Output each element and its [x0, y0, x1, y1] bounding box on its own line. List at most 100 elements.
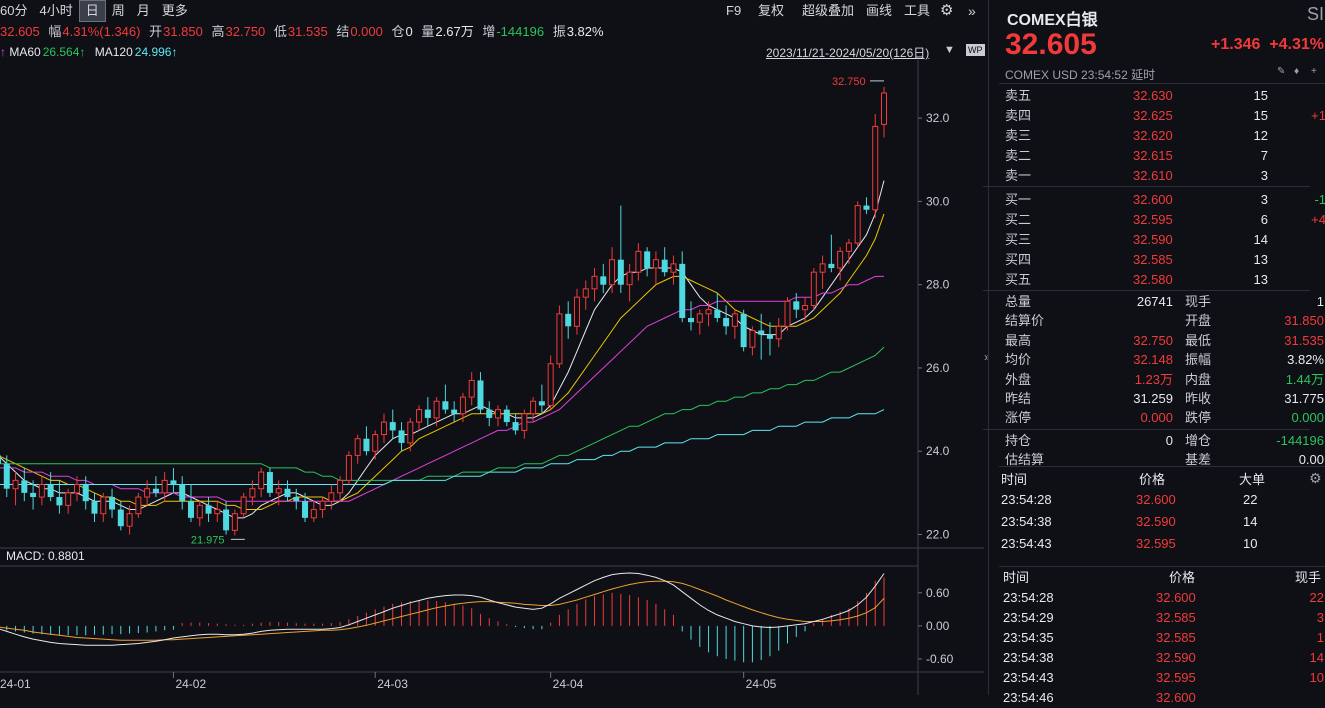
- candle: [573, 288, 580, 335]
- candle: [187, 484, 194, 523]
- stat-label: 最低: [1185, 332, 1212, 348]
- period-day-tab[interactable]: 日: [78, 0, 106, 22]
- ask-level-row[interactable]: 卖三 32.620 12: [1005, 126, 1325, 146]
- candle-body: [91, 501, 98, 514]
- ma-line-2: [0, 275, 884, 502]
- level-change: +1: [1311, 108, 1325, 123]
- price-tick-label: 24.0: [926, 444, 950, 458]
- level-label: 买一: [1005, 192, 1032, 207]
- delay-flag: 延时: [1131, 68, 1156, 82]
- edit-icon[interactable]: ✎: [1277, 66, 1285, 77]
- settings-gear-icon[interactable]: ⚙: [940, 0, 953, 22]
- price-tick-label: 30.0: [926, 194, 950, 208]
- inc-label: 增: [482, 24, 496, 39]
- stat-label: 昨收: [1185, 391, 1212, 406]
- level-qty: 7: [1260, 148, 1268, 163]
- period-week-tab[interactable]: 周: [106, 1, 131, 21]
- ma-line-0: [0, 180, 885, 519]
- candle: [819, 255, 826, 289]
- ask-level-row[interactable]: 卖四 32.625 15 +1: [1005, 106, 1325, 126]
- ask-level-row[interactable]: 卖二 32.615 7: [1005, 146, 1325, 166]
- stat-value: 1: [1316, 294, 1324, 309]
- time-axis: 24-01 24-02 24-03 24-04 24-05: [0, 672, 777, 691]
- period-4h-tab[interactable]: 4小时: [33, 1, 78, 21]
- candle: [679, 251, 686, 323]
- bid-level-row[interactable]: 买三 32.590 14: [1005, 230, 1325, 250]
- big-trades-settings-icon[interactable]: ⚙: [1309, 470, 1322, 487]
- candle-body: [486, 409, 493, 418]
- candle-body: [424, 409, 431, 418]
- candle: [468, 372, 475, 406]
- candle: [179, 476, 186, 510]
- add-icon[interactable]: +: [1311, 66, 1317, 77]
- stat-value: 0: [1165, 432, 1173, 448]
- level-qty: 13: [1253, 272, 1268, 287]
- candle-body: [187, 501, 194, 518]
- stat-row: 均价 32.148 振幅 3.82%: [1005, 350, 1325, 369]
- candle: [547, 355, 554, 410]
- period-60min-tab[interactable]: 60分: [0, 1, 33, 21]
- level-qty: 3: [1260, 168, 1268, 183]
- level-price: 32.600: [1133, 192, 1173, 207]
- period-more-tab[interactable]: 更多: [156, 1, 194, 21]
- candle-body: [872, 125, 879, 211]
- candle: [152, 476, 159, 498]
- level-price: 32.580: [1133, 272, 1173, 287]
- date-range-selector[interactable]: 2023/11/21-2024/05/20(126日): [766, 44, 929, 61]
- candle: [696, 309, 703, 335]
- candle: [91, 492, 98, 523]
- instrument-name: COMEX白银: [1007, 12, 1098, 29]
- amp-label: 振: [552, 24, 566, 39]
- tick-time: 23:54:43: [1003, 670, 1054, 685]
- candle: [214, 501, 221, 523]
- adjust-button[interactable]: 复权: [758, 0, 784, 22]
- level-qty: 3: [1260, 192, 1268, 207]
- candle: [345, 451, 352, 485]
- tools-button[interactable]: 工具: [904, 0, 930, 22]
- bid-level-row[interactable]: 买一 32.600 3 -1: [1005, 190, 1325, 210]
- oi-value: 0: [405, 24, 413, 39]
- level-price: 32.625: [1133, 108, 1173, 123]
- candle: [407, 417, 414, 452]
- candle-body: [775, 325, 782, 340]
- stat-value: 0.000: [1291, 410, 1324, 426]
- big-trade-price: 32.600: [1136, 492, 1176, 507]
- tick-qty: 22: [1309, 590, 1324, 605]
- candle-body: [293, 497, 300, 502]
- overlay-button[interactable]: 超级叠加: [802, 0, 854, 22]
- candle-body: [661, 259, 668, 273]
- candle-body: [65, 492, 72, 506]
- time-tick-label: 24-02: [175, 677, 206, 691]
- candle-body: [161, 479, 168, 494]
- stat-value: 31.850: [1284, 313, 1324, 329]
- level-qty: 6: [1260, 212, 1268, 227]
- time-tick-label: 24-03: [377, 677, 408, 691]
- range-dropdown-icon[interactable]: ▼: [944, 44, 955, 56]
- draw-line-button[interactable]: 画线: [866, 0, 892, 22]
- high-annotation: 32.750: [832, 76, 866, 88]
- candle: [670, 255, 677, 285]
- vol-label: 量: [421, 24, 435, 39]
- bid-level-row[interactable]: 买四 32.585 13: [1005, 250, 1325, 270]
- kline-chart[interactable]: 32.0 30.0 28.0 26.0 24.0 22.0 0.60 0.00 -0.60 2…: [0, 60, 984, 695]
- period-month-tab[interactable]: 月: [131, 1, 156, 21]
- candle-body: [740, 313, 747, 348]
- candle-body: [354, 438, 361, 456]
- bid-level-row[interactable]: 买二 32.595 6 +4: [1005, 210, 1325, 230]
- expand-chevron-icon[interactable]: »: [968, 0, 976, 22]
- candle: [582, 280, 589, 310]
- bid-level-row[interactable]: 买五 32.580 13: [1005, 270, 1325, 290]
- ask-level-row[interactable]: 卖五 32.630 15: [1005, 86, 1325, 106]
- ask-level-row[interactable]: 卖一 32.610 3: [1005, 166, 1325, 186]
- wp-icon[interactable]: WP: [966, 44, 985, 56]
- candle-body: [495, 409, 502, 419]
- candle-body: [240, 496, 247, 515]
- high-value: 32.750: [225, 24, 266, 39]
- price-tick-label: 32.0: [926, 111, 950, 125]
- alert-bell-icon[interactable]: ♦: [1294, 66, 1299, 77]
- low-annotation: 21.975: [191, 534, 225, 546]
- stat-row: 涨停 0.000 跌停 0.000: [1005, 408, 1325, 427]
- tick-price: 32.585: [1156, 610, 1196, 625]
- candle-body: [433, 400, 440, 419]
- f9-button[interactable]: F9: [726, 0, 741, 22]
